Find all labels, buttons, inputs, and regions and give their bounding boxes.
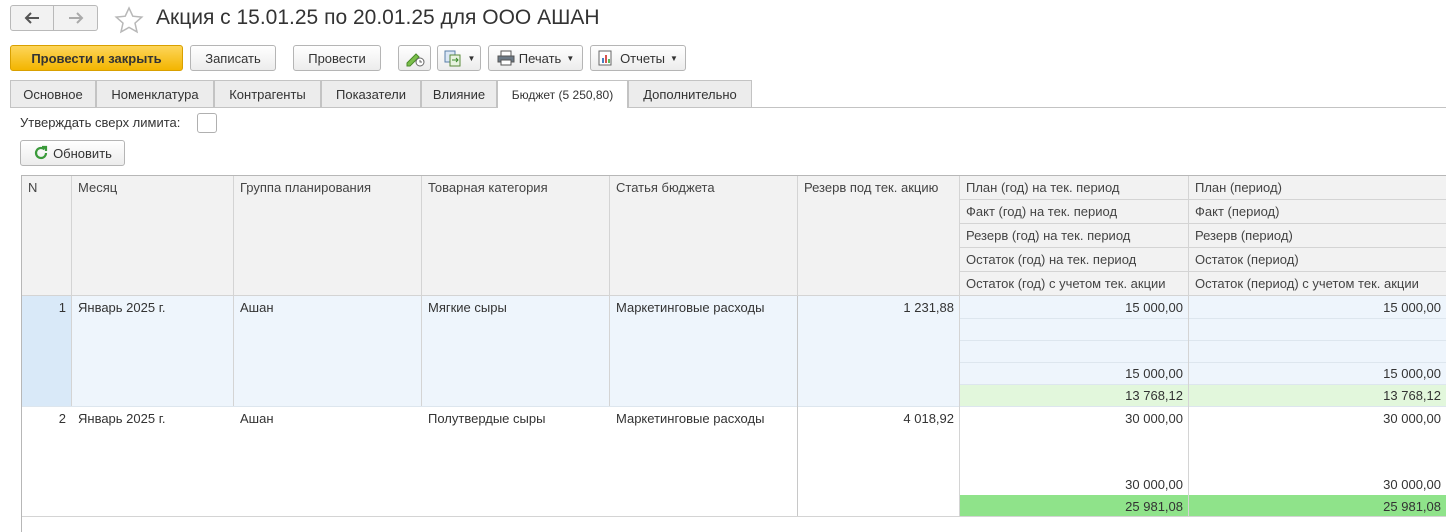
forward-button[interactable] (54, 5, 98, 31)
favorite-star-icon[interactable] (114, 6, 144, 37)
cell-period-rest: 30 000,00 (1383, 477, 1441, 492)
cell-period-reserve (1189, 340, 1446, 362)
cell-budget-article: Маркетинговые расходы (616, 300, 765, 315)
table-row[interactable]: 2 Январь 2025 г. Ашан Полутвердые сыры М… (22, 406, 1446, 517)
refresh-label: Обновить (53, 145, 112, 161)
cell-period-plan: 15 000,00 (1383, 300, 1441, 315)
refresh-icon (35, 145, 48, 160)
col-header-period-reserve[interactable]: Резерв (период) (1189, 224, 1446, 248)
cell-n: 2 (58, 411, 66, 426)
cell-budget-article: Маркетинговые расходы (616, 411, 765, 426)
back-button[interactable] (10, 5, 54, 31)
cell-product-category: Полутвердые сыры (428, 411, 546, 426)
col-header-planning-group[interactable]: Группа планирования (234, 176, 422, 296)
tab-indicators[interactable]: Показатели (321, 80, 421, 107)
arrow-left-icon (24, 12, 39, 24)
subrow-divider (960, 340, 1446, 341)
cell-year-rest-action: 13 768,12 (960, 384, 1189, 406)
cell-period-rest-action: 25 981,08 (1189, 495, 1446, 517)
save-button[interactable]: Записать (190, 45, 276, 71)
cell-product-category: Мягкие сыры (428, 300, 507, 315)
col-header-n[interactable]: N (22, 176, 72, 296)
column-divider (421, 296, 422, 406)
chevron-down-icon: ▼ (566, 53, 575, 63)
cell-year-fact (960, 318, 1189, 340)
report-chart-icon (598, 50, 612, 66)
cell-year-rest: 30 000,00 (1125, 477, 1183, 492)
page-title: Акция с 15.01.25 по 20.01.25 для ООО АША… (156, 6, 600, 29)
table-row[interactable]: 1 Январь 2025 г. Ашан Мягкие сыры Маркет… (22, 296, 1446, 406)
col-header-period-rest[interactable]: Остаток (период) (1189, 248, 1446, 272)
cell-year-reserve (960, 340, 1189, 362)
reports-label: Отчеты (620, 50, 665, 66)
col-header-product-category[interactable]: Товарная категория (422, 176, 610, 296)
column-divider (609, 296, 610, 406)
post-button[interactable]: Провести (293, 45, 381, 71)
column-divider (233, 296, 234, 406)
cell-reserve: 4 018,92 (903, 411, 954, 426)
tab-counterparties[interactable]: Контрагенты (214, 80, 321, 107)
table-bottom-line (22, 516, 1446, 517)
cell-n: 1 (58, 300, 66, 315)
tab-additional[interactable]: Дополнительно (628, 80, 752, 107)
cell-year-plan: 15 000,00 (1125, 300, 1183, 315)
cell-period-fact (1189, 318, 1446, 340)
col-header-year-rest[interactable]: Остаток (год) на тек. период (960, 248, 1189, 272)
column-divider (71, 296, 72, 406)
documents-arrow-icon (444, 50, 461, 67)
chevron-down-icon: ▼ (670, 53, 678, 63)
reports-button[interactable]: Отчеты ▼ (590, 45, 686, 71)
column-divider (959, 296, 960, 516)
tab-divider (10, 107, 1446, 108)
cell-period-rest: 15 000,00 (1383, 366, 1441, 381)
cell-period-reserve (1189, 451, 1446, 473)
col-header-month[interactable]: Месяц (72, 176, 234, 296)
cell-month: Январь 2025 г. (78, 300, 166, 315)
print-button[interactable]: Печать ▼ (488, 45, 583, 71)
col-header-year-plan[interactable]: План (год) на тек. период (960, 176, 1189, 200)
cell-month: Январь 2025 г. (78, 411, 166, 426)
subrow-divider (960, 362, 1446, 363)
column-divider (797, 296, 798, 516)
cell-year-rest: 15 000,00 (1125, 366, 1183, 381)
col-header-period-fact[interactable]: Факт (период) (1189, 200, 1446, 224)
cell-year-reserve (960, 451, 1189, 473)
subrow-divider (960, 384, 1446, 385)
approve-over-limit-label: Утверждать сверх лимита: (20, 115, 181, 130)
chevron-down-icon: ▼ (467, 53, 476, 63)
refresh-button[interactable]: Обновить (20, 140, 125, 166)
tab-budget[interactable]: Бюджет (5 250,80) (497, 80, 628, 108)
col-header-reserve[interactable]: Резерв под тек. акцию (798, 176, 960, 296)
tab-nomenclature[interactable]: Номенклатура (96, 80, 214, 107)
create-based-on-button[interactable]: ▼ (437, 45, 481, 71)
col-header-budget-article[interactable]: Статья бюджета (610, 176, 798, 296)
subrow-divider (960, 318, 1446, 319)
edit-history-button[interactable] (398, 45, 431, 71)
print-label: Печать (518, 50, 562, 66)
printer-icon (497, 50, 515, 66)
col-header-year-fact[interactable]: Факт (год) на тек. период (960, 200, 1189, 224)
cell-period-plan: 30 000,00 (1383, 411, 1441, 426)
pencil-clock-icon (406, 53, 424, 67)
col-header-year-rest-action[interactable]: Остаток (год) с учетом тек. акции (960, 272, 1189, 296)
tab-influence[interactable]: Влияние (421, 80, 497, 107)
col-header-period-plan[interactable]: План (период) (1189, 176, 1446, 200)
cell-year-plan: 30 000,00 (1125, 411, 1183, 426)
cell-year-rest-action: 25 981,08 (960, 495, 1189, 517)
cell-planning-group: Ашан (240, 300, 274, 315)
col-header-year-reserve[interactable]: Резерв (год) на тек. период (960, 224, 1189, 248)
column-divider (1188, 296, 1189, 516)
budget-table: N Месяц Группа планирования Товарная кат… (21, 175, 1446, 532)
cell-reserve: 1 231,88 (903, 300, 954, 315)
cell-period-fact (1189, 429, 1446, 451)
approve-over-limit-checkbox[interactable] (197, 113, 217, 133)
tab-main[interactable]: Основное (10, 80, 96, 107)
col-header-period-rest-action[interactable]: Остаток (период) с учетом тек. акции (1189, 272, 1446, 296)
arrow-right-icon (68, 12, 83, 24)
post-and-close-button[interactable]: Провести и закрыть (10, 45, 183, 71)
cell-planning-group: Ашан (240, 411, 274, 426)
cell-year-fact (960, 429, 1189, 451)
cell-period-rest-action: 13 768,12 (1189, 384, 1446, 406)
